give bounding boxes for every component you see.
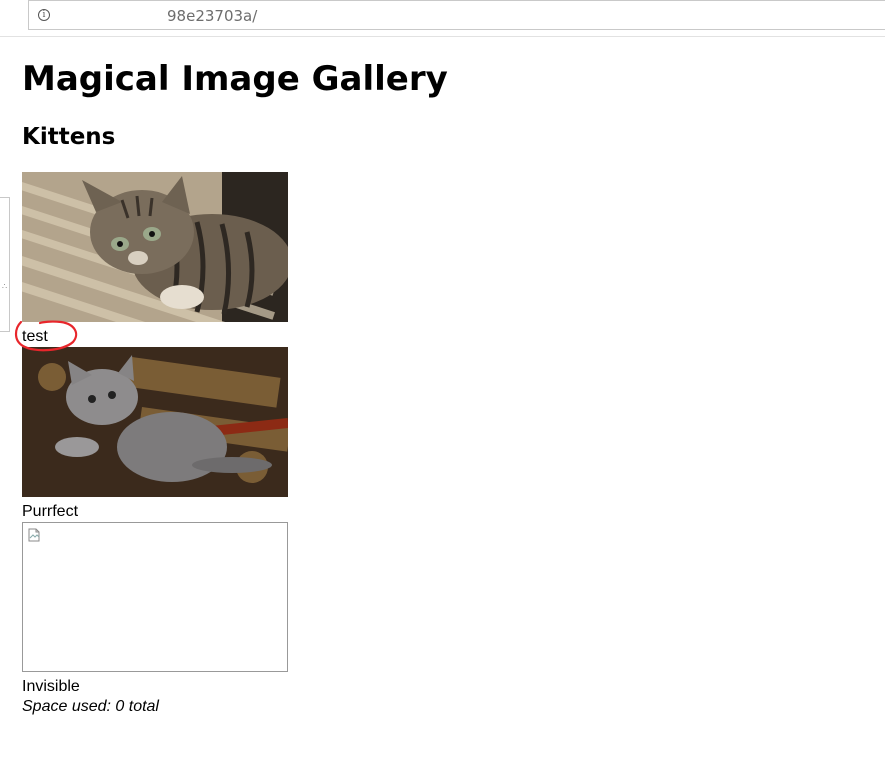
url-text: 98e23703a/ — [167, 7, 258, 25]
left-panel-edge: ∴ — [0, 37, 11, 765]
image-caption: Purrfect — [22, 503, 79, 520]
resize-grip-icon[interactable]: ∴ — [2, 283, 8, 291]
site-info-icon[interactable]: i — [38, 9, 50, 21]
broken-image-placeholder[interactable] — [22, 522, 288, 672]
address-bar[interactable]: i 98e23703a/ — [28, 0, 885, 30]
kitten-image-gray[interactable] — [22, 347, 288, 497]
page-title: Magical Image Gallery — [22, 59, 448, 99]
toolbar-divider — [0, 36, 885, 37]
kitten-image-tabby[interactable] — [22, 172, 288, 322]
image-caption: Invisible — [22, 678, 80, 695]
left-panel-frame — [0, 197, 10, 332]
space-used-text: Space used: 0 total — [22, 698, 159, 715]
image-caption: test — [22, 328, 48, 345]
broken-image-icon — [28, 528, 40, 542]
section-heading: Kittens — [22, 124, 116, 150]
